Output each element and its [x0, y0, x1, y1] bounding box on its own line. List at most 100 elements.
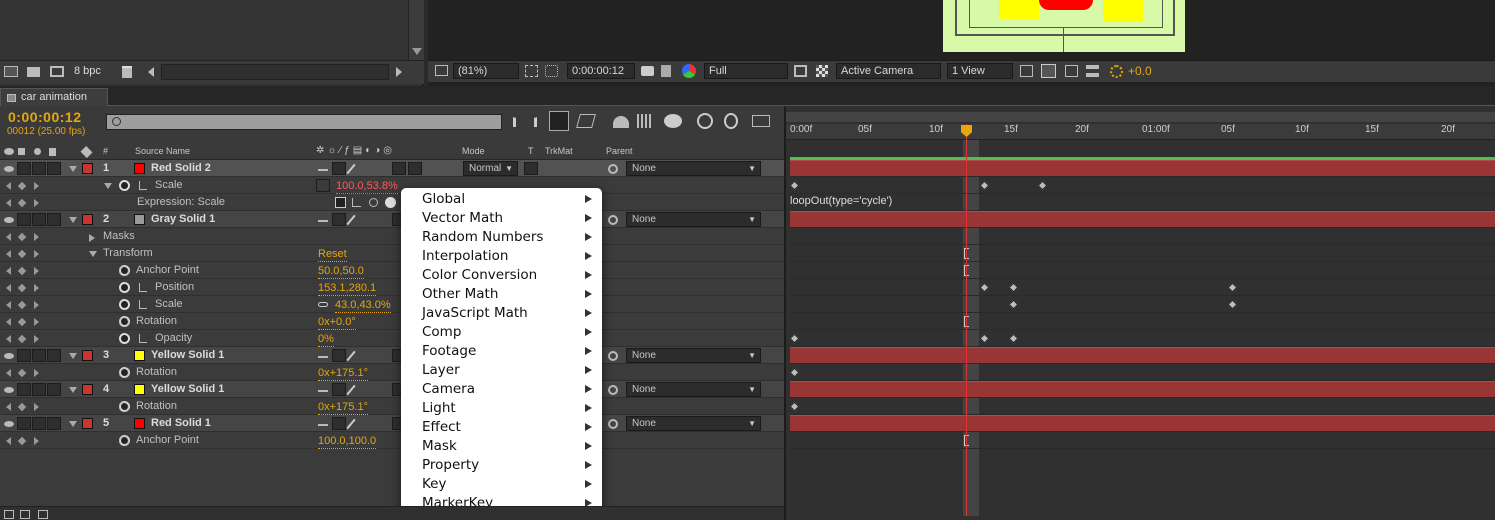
- draft-3d-icon[interactable]: [576, 114, 596, 128]
- effect-switch[interactable]: [332, 383, 346, 396]
- add-keyframe-icon[interactable]: [17, 436, 27, 446]
- menu-item-vector-math[interactable]: Vector Math: [401, 209, 602, 228]
- effect-switch[interactable]: [332, 162, 346, 175]
- next-keyframe-icon[interactable]: [34, 233, 39, 241]
- layer-search-input[interactable]: [106, 114, 502, 130]
- property-value[interactable]: 153.1,280.1: [318, 281, 377, 296]
- menu-item-color-conversion[interactable]: Color Conversion: [401, 266, 602, 285]
- layer-row[interactable]: 2 Gray Solid 1 None: [0, 211, 784, 228]
- expression-graph-icon[interactable]: [352, 198, 361, 207]
- stopwatch-icon[interactable]: [119, 299, 130, 310]
- next-keyframe-icon[interactable]: [34, 182, 39, 190]
- motion-blur-icon[interactable]: [664, 114, 682, 128]
- pick-whip-icon[interactable]: [608, 164, 618, 174]
- quality-switch-icon[interactable]: [346, 214, 356, 226]
- parent-dropdown[interactable]: None: [626, 161, 761, 176]
- label-color-swatch[interactable]: [82, 418, 93, 429]
- property-value[interactable]: 43.0,43.0%: [335, 298, 391, 313]
- layer-name[interactable]: Yellow Solid 1: [151, 347, 224, 364]
- pick-whip-icon[interactable]: [608, 385, 618, 395]
- comp-mini-flowchart-icon[interactable]: [513, 117, 537, 127]
- audio-toggle[interactable]: [17, 213, 31, 226]
- keyframe[interactable]: [979, 333, 990, 344]
- menu-item-interpolation[interactable]: Interpolation: [401, 247, 602, 266]
- next-keyframe-icon[interactable]: [34, 335, 39, 343]
- audio-toggle[interactable]: [17, 349, 31, 362]
- layer-row[interactable]: 3 Yellow Solid 1 None: [0, 347, 784, 364]
- stopwatch-icon[interactable]: [119, 266, 129, 276]
- next-keyframe-icon[interactable]: [34, 369, 39, 377]
- frame-blend-switch[interactable]: [392, 162, 406, 175]
- property-track[interactable]: [790, 245, 1495, 262]
- property-track[interactable]: loopOut(type='cycle'): [790, 194, 1495, 211]
- menu-item-comp[interactable]: Comp: [401, 323, 602, 342]
- keyframe[interactable]: [1227, 299, 1238, 310]
- effect-switch[interactable]: [332, 213, 346, 226]
- live-update-icon[interactable]: [549, 111, 569, 131]
- stopwatch-icon[interactable]: [119, 317, 129, 327]
- property-value[interactable]: 0%: [318, 332, 334, 347]
- eye-icon[interactable]: [4, 166, 14, 172]
- stopwatch-icon[interactable]: [119, 333, 130, 344]
- stopwatch-icon[interactable]: [119, 402, 129, 412]
- shy-switch-icon[interactable]: [318, 420, 328, 426]
- property-track[interactable]: [789, 364, 1495, 381]
- new-folder-icon[interactable]: [27, 67, 40, 77]
- audio-toggle[interactable]: [17, 383, 31, 396]
- property-track[interactable]: [789, 177, 1495, 194]
- next-keyframe-icon[interactable]: [34, 318, 39, 326]
- toggle-in-out-icon[interactable]: [38, 510, 48, 519]
- frame-blending-icon[interactable]: [637, 114, 653, 128]
- eye-icon[interactable]: [4, 353, 14, 359]
- lock-toggle[interactable]: [47, 417, 61, 430]
- keyframe[interactable]: [789, 401, 800, 412]
- property-row[interactable]: Anchor Point 50.0,50.0: [0, 262, 784, 279]
- add-keyframe-icon[interactable]: [17, 402, 27, 412]
- property-value[interactable]: 0x+0.0°: [318, 315, 356, 330]
- property-row[interactable]: Expression: Scale: [0, 194, 784, 211]
- pick-whip-icon[interactable]: [608, 351, 618, 361]
- toggle-modes-icon[interactable]: [20, 510, 30, 519]
- pixel-aspect-icon[interactable]: [1020, 65, 1033, 77]
- collapse-triangle-icon[interactable]: [69, 387, 77, 393]
- composition-canvas[interactable]: [943, 0, 1185, 52]
- next-keyframe-icon[interactable]: [34, 403, 39, 411]
- eye-icon[interactable]: [4, 421, 14, 427]
- solo-toggle[interactable]: [32, 417, 46, 430]
- menu-item-javascript-math[interactable]: JavaScript Math: [401, 304, 602, 323]
- property-row[interactable]: Anchor Point 100.0,100.0: [0, 432, 784, 449]
- menu-item-effect[interactable]: Effect: [401, 418, 602, 437]
- add-keyframe-icon[interactable]: [17, 198, 27, 208]
- mask-visibility-icon[interactable]: [545, 65, 558, 77]
- keyframe[interactable]: [1227, 282, 1238, 293]
- horizontal-scrollbar[interactable]: [161, 64, 389, 80]
- menu-item-light[interactable]: Light: [401, 399, 602, 418]
- prev-keyframe-icon[interactable]: [6, 182, 11, 190]
- pick-whip-icon[interactable]: [608, 419, 618, 429]
- expand-triangle-icon[interactable]: [104, 183, 112, 189]
- layer-duration-bar[interactable]: [790, 160, 1495, 177]
- layer-duration-bar[interactable]: [790, 211, 1495, 228]
- lock-toggle[interactable]: [47, 162, 61, 175]
- prev-keyframe-icon[interactable]: [6, 267, 11, 275]
- effect-switch[interactable]: [332, 349, 346, 362]
- property-value[interactable]: 100.0,53.8%: [336, 179, 398, 194]
- layer-row[interactable]: 5 Red Solid 1 None: [0, 415, 784, 432]
- property-row[interactable]: Rotation 0x+0.0°: [0, 313, 784, 330]
- toggle-switches-icon[interactable]: [4, 510, 14, 519]
- collapsed-triangle-icon[interactable]: [89, 234, 95, 242]
- prev-keyframe-icon[interactable]: [6, 437, 11, 445]
- col-source-name[interactable]: Source Name: [135, 146, 190, 156]
- keyframe[interactable]: [789, 367, 800, 378]
- expand-triangle-icon[interactable]: [89, 251, 97, 257]
- current-time-field[interactable]: 0:00:00:12: [567, 63, 635, 79]
- expression-language-menu-icon[interactable]: [385, 197, 396, 208]
- parent-dropdown[interactable]: None: [626, 416, 761, 431]
- menu-item-property[interactable]: Property: [401, 456, 602, 475]
- keyframe[interactable]: [1008, 282, 1019, 293]
- shy-switch-icon[interactable]: [318, 352, 328, 358]
- property-row[interactable]: Masks: [0, 228, 784, 245]
- menu-item-layer[interactable]: Layer: [401, 361, 602, 380]
- menu-item-footage[interactable]: Footage: [401, 342, 602, 361]
- property-row[interactable]: Transform Reset: [0, 245, 784, 262]
